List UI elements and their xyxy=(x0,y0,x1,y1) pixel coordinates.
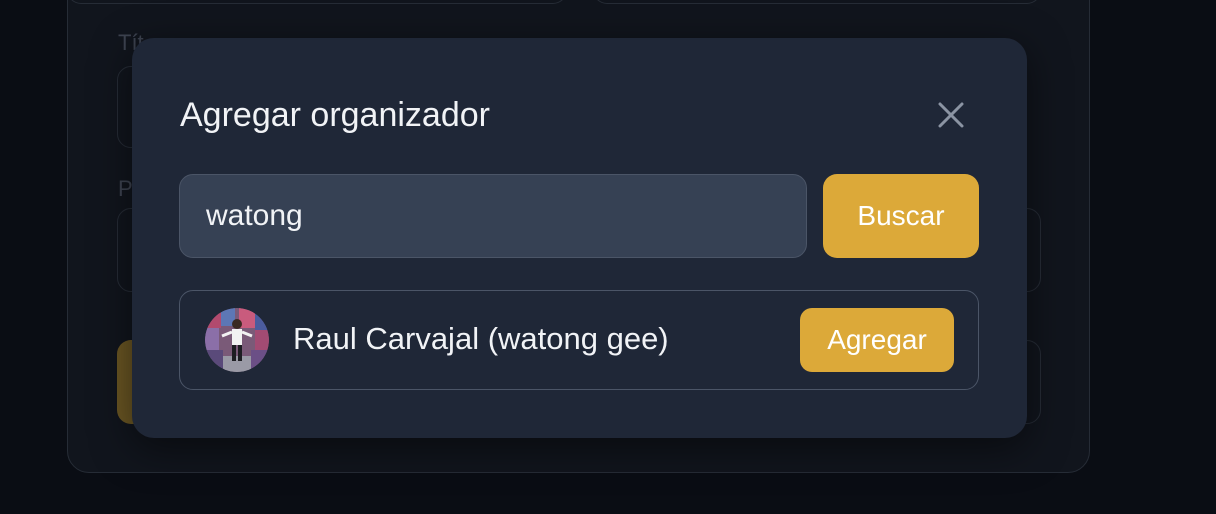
result-name: Raul Carvajal (watong gee) xyxy=(293,321,669,356)
background-field-label: P xyxy=(118,176,133,201)
background-input xyxy=(593,0,1041,4)
close-icon[interactable] xyxy=(932,96,970,134)
add-organizer-button[interactable]: Agregar xyxy=(800,308,954,372)
background-input xyxy=(67,0,567,4)
search-input[interactable] xyxy=(179,174,807,258)
modal-title: Agregar organizador xyxy=(180,96,490,134)
result-list-item: Raul Carvajal (watong gee) Agregar xyxy=(179,290,979,390)
search-button[interactable]: Buscar xyxy=(823,174,979,258)
add-organizer-modal: Agregar organizador Buscar xyxy=(132,38,1027,438)
avatar xyxy=(205,308,269,372)
